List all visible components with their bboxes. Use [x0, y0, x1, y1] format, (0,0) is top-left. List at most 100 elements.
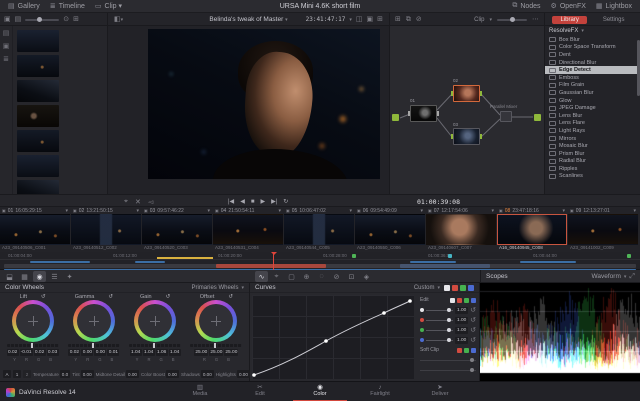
color-wheels-icon[interactable]: ◉: [33, 271, 46, 282]
grid-view-icon[interactable]: ⊞: [73, 16, 79, 23]
page-tab[interactable]: ✂ Edit: [233, 382, 287, 401]
fx-list-item[interactable]: Mosaic Blur: [545, 142, 640, 150]
value-box[interactable]: 0.00: [81, 349, 94, 356]
blue-gain-slider[interactable]: [426, 338, 454, 342]
green-gain-value[interactable]: 1.00: [455, 326, 469, 334]
page-tab[interactable]: ♪ Fairlight: [353, 382, 407, 401]
page-1-button[interactable]: 1: [13, 370, 21, 378]
powergrade-icon[interactable]: ▣: [3, 42, 10, 50]
timeline-ruler[interactable]: 01:00:04:00 01:00:12:00 01:00:20:00 01:0…: [0, 252, 640, 260]
mute-icon[interactable]: ◅: [148, 198, 153, 206]
fx-list-item[interactable]: Mirrors: [545, 135, 640, 143]
gallery-still[interactable]: [17, 80, 59, 102]
next-clip-button[interactable]: ▶|: [271, 198, 277, 205]
value-box[interactable]: 25.00: [209, 349, 224, 356]
clip-thumbnail[interactable]: [568, 214, 638, 245]
timeline-tracks[interactable]: [0, 260, 640, 270]
corrector-node-02[interactable]: [451, 85, 482, 102]
edit-red-toggle[interactable]: [457, 297, 462, 303]
resolvefx-section-label[interactable]: ResolveFX: [549, 28, 578, 34]
bypass-icon[interactable]: ⊘: [416, 16, 422, 23]
add-layer-node-icon[interactable]: ⧉: [406, 16, 411, 23]
clip-thumbnail[interactable]: [355, 214, 425, 245]
gain-color-wheel[interactable]: [134, 300, 177, 342]
grab-still-icon[interactable]: ⌖: [124, 198, 128, 206]
value-box[interactable]: 1.04: [142, 349, 155, 356]
playhead[interactable]: [271, 252, 277, 270]
red-swatch[interactable]: [452, 284, 458, 291]
stills-album-icon[interactable]: ▤: [3, 29, 10, 37]
node-view-mode[interactable]: Clip: [474, 17, 484, 23]
corrector-node-03[interactable]: [451, 128, 482, 145]
nodes-button[interactable]: ⧉ Nodes: [512, 2, 540, 10]
A16_09140945_C008[interactable]: ▣ 08 23:47:18:16 ▾ A16_09140945_C008: [497, 207, 567, 252]
value-box[interactable]: 1.04: [168, 349, 181, 356]
openfx-button[interactable]: ⚙ OpenFX: [551, 2, 586, 11]
fx-list-item[interactable]: Color Space Transform: [545, 44, 640, 52]
A23_09140531_C004[interactable]: ▣ 04 21:50:54:11 ▾ A23_09140531_C004: [213, 207, 283, 252]
fx-list-item[interactable]: Dent: [545, 51, 640, 59]
tab-library[interactable]: Library: [552, 15, 587, 24]
value-box[interactable]: 25.00: [224, 349, 239, 356]
gamma-color-wheel[interactable]: [72, 300, 115, 342]
green-marker[interactable]: [627, 254, 631, 258]
loop-button[interactable]: ↻: [283, 198, 288, 205]
timelines-album-icon[interactable]: ≣: [3, 55, 9, 63]
clip-thumbnail[interactable]: [142, 214, 212, 245]
timeline-button[interactable]: ≣ Timeline: [50, 2, 85, 11]
fx-list-item[interactable]: Film Grain: [545, 82, 640, 90]
value-box[interactable]: 0.01: [107, 349, 120, 356]
clip-thumbnail[interactable]: [71, 214, 141, 245]
blue-swatch[interactable]: [468, 284, 474, 291]
parallel-mixer-node[interactable]: [500, 111, 512, 122]
fx-list-item[interactable]: Radial Blur: [545, 158, 640, 166]
gamma-master-slider[interactable]: [67, 343, 120, 348]
A23_09140607_C007[interactable]: ▣ 07 12:17:54:06 ▾ A23_09140607_C007: [426, 207, 496, 252]
color-boost-value[interactable]: 0.00: [165, 370, 179, 378]
reset-icon[interactable]: ↺: [166, 294, 171, 300]
album-icon[interactable]: ▤: [15, 16, 22, 23]
page-2-button[interactable]: 2: [23, 370, 31, 378]
green-swatch[interactable]: [460, 284, 466, 291]
softclip-green-toggle[interactable]: [464, 347, 469, 353]
value-box[interactable]: -0.01: [19, 349, 33, 356]
reset-icon[interactable]: ↺: [228, 294, 233, 300]
previous-clip-button[interactable]: |◀: [228, 198, 234, 205]
fx-list-item[interactable]: Prism Blur: [545, 150, 640, 158]
fx-list-item[interactable]: Lens Blur: [545, 112, 640, 120]
scope-type-dropdown[interactable]: Waveform ▾ ⤢: [592, 273, 636, 280]
gallery-button[interactable]: ▤ Gallery: [8, 2, 40, 11]
fx-list-item[interactable]: Scanlines: [545, 173, 640, 181]
value-box[interactable]: 0.02: [6, 349, 19, 356]
stills-icon[interactable]: ▣: [4, 16, 11, 23]
low-soft-slider[interactable]: [420, 358, 476, 362]
high-soft-slider[interactable]: [420, 368, 476, 372]
clip-thumbnail[interactable]: [0, 214, 70, 245]
value-box[interactable]: 0.02: [68, 349, 81, 356]
offset-color-wheel[interactable]: [195, 300, 238, 342]
clip-thumbnail[interactable]: [284, 214, 354, 245]
edit-blue-toggle[interactable]: [471, 297, 476, 303]
blue-gain-value[interactable]: 1.00: [455, 336, 469, 344]
gain-master-slider[interactable]: [129, 343, 182, 348]
qualifier-icon[interactable]: ⌖: [270, 271, 283, 282]
fx-list-item[interactable]: Box Blur: [545, 36, 640, 44]
value-box[interactable]: 0.02: [33, 349, 46, 356]
page-tab[interactable]: ▥ Media: [173, 382, 227, 401]
page-tab[interactable]: ◉ Color: [293, 382, 347, 401]
tint-value[interactable]: 0.00: [80, 370, 94, 378]
reset-icon[interactable]: ↺: [41, 294, 46, 300]
A23_09140550_C006[interactable]: ▣ 06 09:54:49:09 ▾ A23_09140550_C006: [355, 207, 425, 252]
green-marker[interactable]: [352, 254, 356, 258]
gallery-still[interactable]: [17, 30, 59, 52]
color-match-icon[interactable]: ▦: [18, 271, 31, 282]
shadows-value[interactable]: 0.00: [200, 370, 214, 378]
wipe-still-icon[interactable]: ✕: [135, 198, 141, 206]
grade-version-label[interactable]: Belinda's tweak of Master ▾: [108, 16, 389, 23]
camera-raw-icon[interactable]: ⬓: [3, 271, 16, 282]
lift-color-wheel[interactable]: [11, 300, 54, 342]
reverse-button[interactable]: ◀: [240, 198, 245, 205]
reset-icon[interactable]: ↺: [470, 317, 476, 324]
fx-list-item[interactable]: Light Rays: [545, 127, 640, 135]
power-window-icon[interactable]: ▢: [285, 271, 298, 282]
